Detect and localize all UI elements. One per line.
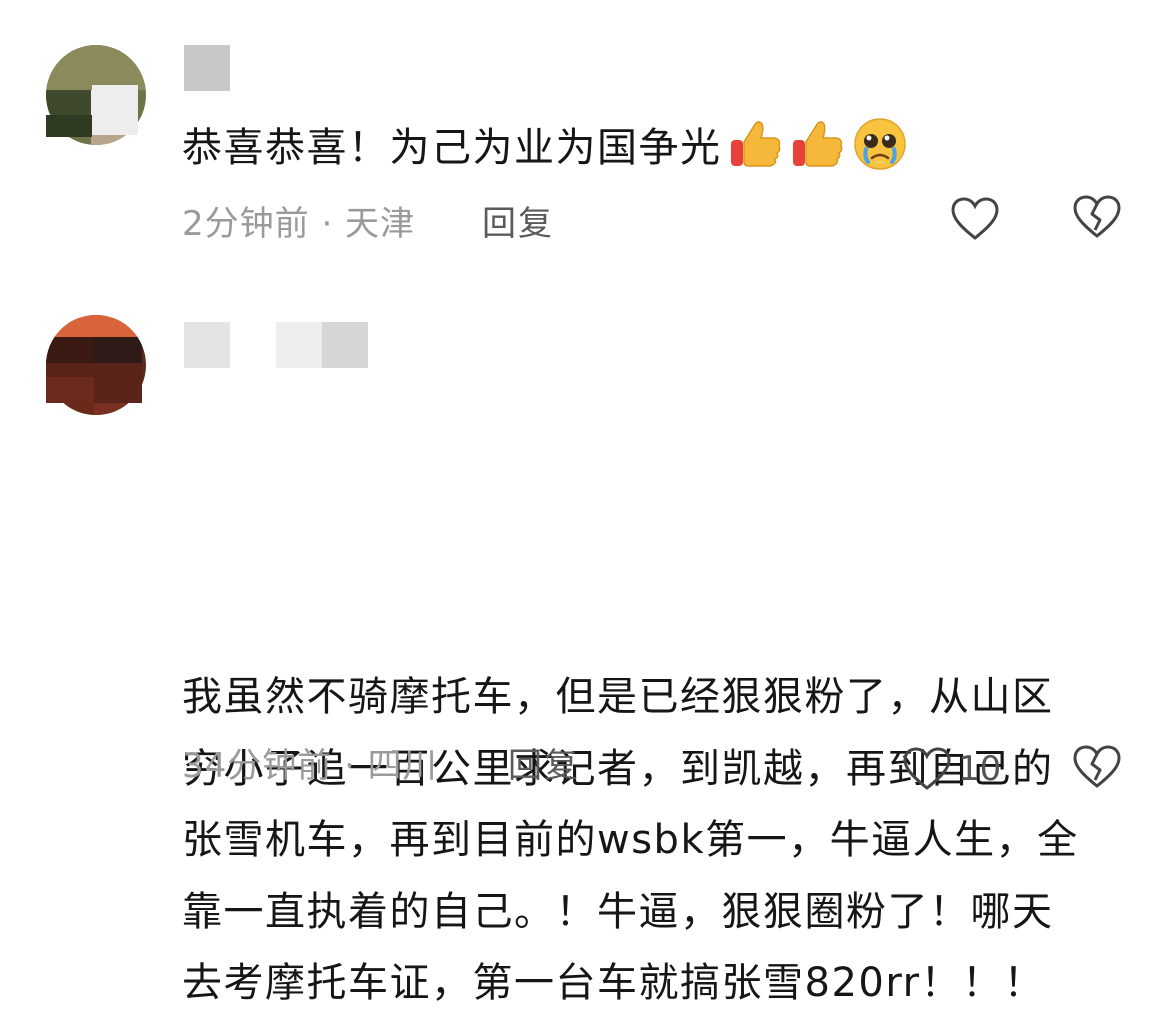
- reply-button[interactable]: 回复: [508, 738, 580, 787]
- like-count: 10: [958, 749, 1002, 789]
- dislike-button[interactable]: [1072, 194, 1122, 244]
- like-button[interactable]: 10: [902, 744, 1001, 794]
- username-mosaic: [184, 322, 230, 368]
- comment-meta: 2分钟前 · 天津: [182, 204, 416, 244]
- comment-item: 我虽然不骑摩托车，但是已经狠狠粉了，从山区 穷小子追一百公里求记者，到凯越，再到…: [0, 290, 1170, 1006]
- comment-meta: 34分钟前 · 四川: [182, 746, 438, 786]
- thumbs-up-icon: [792, 121, 842, 167]
- avatar[interactable]: [46, 315, 156, 425]
- like-button[interactable]: [950, 194, 1000, 244]
- thumbs-up-icon: [730, 121, 780, 167]
- heart-icon: [903, 747, 951, 790]
- username[interactable]: [184, 45, 230, 91]
- username-mosaic: [184, 45, 230, 91]
- reply-button[interactable]: 回复: [482, 196, 554, 245]
- avatar[interactable]: [46, 45, 156, 155]
- broken-heart-icon: [1073, 195, 1121, 238]
- username-mosaic: [322, 322, 368, 368]
- broken-heart-icon: [1073, 745, 1121, 788]
- username-mosaic: [276, 322, 322, 368]
- dislike-button[interactable]: [1072, 744, 1122, 794]
- comment-item: 恭喜恭喜！为己为业为国争光 2分钟前 · 天津 回复: [0, 0, 1170, 290]
- pleading-face-icon: [853, 118, 906, 170]
- comment-text: 恭喜恭喜！为己为业为国争光: [182, 118, 1142, 178]
- heart-icon: [951, 197, 999, 240]
- comment-text-content: 恭喜恭喜！为己为业为国争光: [182, 125, 722, 171]
- comment-text: 我虽然不骑摩托车，但是已经狠狠粉了，从山区 穷小子追一百公里求记者，到凯越，再到…: [182, 674, 1079, 1006]
- username[interactable]: [184, 322, 368, 368]
